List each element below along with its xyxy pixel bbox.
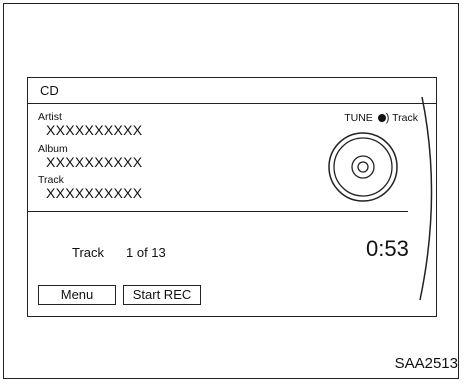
screen-title: CD [40, 83, 59, 98]
menu-button[interactable]: Menu [38, 285, 116, 305]
track-position-value: 1 of 13 [126, 245, 166, 260]
tune-label: TUNE [344, 112, 373, 124]
tune-knob-icon [377, 114, 386, 123]
disc-icon [328, 132, 398, 202]
track-value: XXXXXXXXXX [46, 185, 143, 201]
screen-header: CD [28, 78, 436, 104]
start-rec-button[interactable]: Start REC [123, 285, 201, 305]
album-value: XXXXXXXXXX [46, 154, 143, 170]
figure-code: SAA2513 [394, 355, 458, 372]
screen-curve [419, 96, 433, 301]
track-position-label: Track [72, 245, 105, 260]
artist-value: XXXXXXXXXX [46, 122, 143, 138]
tune-arrow-icon: ) [385, 112, 390, 124]
cd-screen: CD Artist XXXXXXXXXX Album XXXXXXXXXX Tr… [27, 77, 437, 317]
info-divider [28, 211, 408, 212]
